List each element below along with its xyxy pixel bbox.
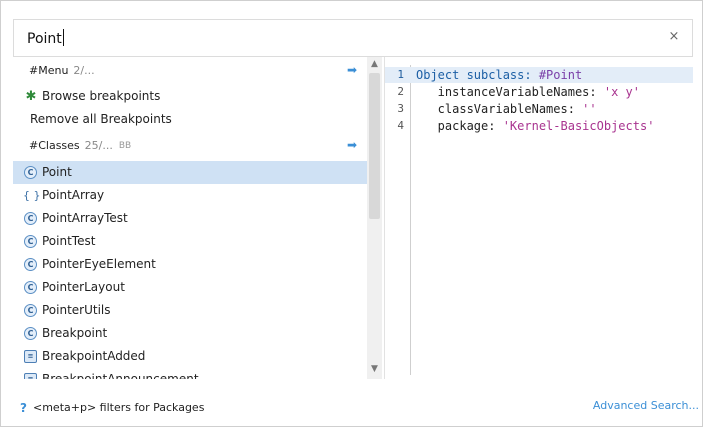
message-icon: ≡ bbox=[24, 373, 37, 379]
code-text: Object subclass: #Point bbox=[416, 67, 582, 83]
advanced-search-link[interactable]: Advanced Search... bbox=[593, 399, 699, 412]
result-item-label: BreakpointAdded bbox=[42, 349, 146, 363]
braces-icon: { } bbox=[23, 189, 41, 202]
code-text: instanceVariableNames: 'x y' bbox=[416, 84, 640, 100]
code-symbol: #Point bbox=[538, 68, 583, 82]
result-item-label: Breakpoint bbox=[42, 326, 108, 340]
message-icon: ≡ bbox=[24, 350, 37, 363]
category-count: 25/... bbox=[84, 139, 113, 152]
result-item-label: PointerLayout bbox=[42, 280, 125, 294]
code-token: package: bbox=[416, 119, 503, 133]
result-item[interactable]: ≡ BreakpointAnnouncement bbox=[13, 368, 367, 379]
result-item[interactable]: C Point bbox=[13, 161, 367, 184]
class-icon: C bbox=[24, 304, 37, 317]
result-item-label: PointerEyeElement bbox=[42, 257, 156, 271]
result-item-label: PointArrayTest bbox=[42, 211, 128, 225]
menu-item-remove-all-breakpoints[interactable]: Remove all Breakpoints bbox=[13, 108, 367, 131]
class-icon: C bbox=[24, 327, 37, 340]
code-string: 'x y' bbox=[603, 85, 640, 99]
search-field[interactable]: Point × bbox=[13, 19, 693, 57]
help-hint: <meta+p> filters for Packages bbox=[33, 401, 205, 414]
code-text: classVariableNames: '' bbox=[416, 101, 597, 117]
class-icon: C bbox=[24, 166, 37, 179]
result-item-label: PointerUtils bbox=[42, 303, 111, 317]
code-token: Object subclass: bbox=[416, 68, 539, 82]
result-item[interactable]: C PointerLayout bbox=[13, 276, 367, 299]
result-item[interactable]: C PointerEyeElement bbox=[13, 253, 367, 276]
category-header-menu: #Menu 2/... ➡ bbox=[13, 59, 367, 82]
filter-badge: BB bbox=[118, 141, 132, 151]
search-input[interactable]: Point bbox=[27, 29, 64, 47]
class-icon: C bbox=[24, 235, 37, 248]
code-token: classVariableNames: bbox=[416, 102, 583, 116]
menu-item-browse-breakpoints[interactable]: ✱ Browse breakpoints bbox=[13, 85, 367, 108]
bug-icon: ✱ bbox=[25, 89, 37, 104]
code-line: 4 package: 'Kernel-BasicObjects' bbox=[385, 118, 693, 134]
class-icon: C bbox=[24, 212, 37, 225]
close-icon[interactable]: × bbox=[666, 29, 682, 44]
help-icon: ? bbox=[20, 401, 27, 415]
category-header-classes: #Classes 25/... BB ➡ bbox=[13, 134, 367, 157]
results-scrollbar[interactable]: ▲ ▼ bbox=[367, 57, 382, 379]
class-icon: C bbox=[24, 281, 37, 294]
code-line: 3 classVariableNames: '' bbox=[385, 101, 693, 117]
result-item-label: PointTest bbox=[42, 234, 96, 248]
expand-category-icon[interactable]: ➡ bbox=[347, 59, 357, 82]
spotter-window: Point × #Menu 2/... ➡ ✱ Browse breakpoint… bbox=[0, 0, 703, 427]
text-caret bbox=[62, 29, 64, 46]
scroll-thumb[interactable] bbox=[369, 73, 380, 219]
result-item-label: BreakpointAnnouncement bbox=[42, 372, 199, 379]
expand-category-icon[interactable]: ➡ bbox=[347, 134, 357, 157]
result-item[interactable]: ≡ BreakpointAdded bbox=[13, 345, 367, 368]
code-string: 'Kernel-BasicObjects' bbox=[502, 119, 655, 133]
result-item[interactable]: C PointTest bbox=[13, 230, 367, 253]
scroll-up-icon[interactable]: ▲ bbox=[369, 59, 380, 70]
code-line: 1 Object subclass: #Point bbox=[385, 67, 693, 83]
code-token: instanceVariableNames: bbox=[416, 85, 604, 99]
code-text: package: 'Kernel-BasicObjects' bbox=[416, 118, 655, 134]
line-number: 4 bbox=[397, 119, 404, 132]
result-item-label: PointArray bbox=[42, 188, 105, 202]
footer: ? <meta+p> filters for Packages Advanced… bbox=[1, 389, 703, 428]
class-icon: C bbox=[24, 258, 37, 271]
category-count: 2/... bbox=[73, 64, 95, 77]
result-item-label: Point bbox=[42, 165, 72, 179]
scroll-down-icon[interactable]: ▼ bbox=[369, 364, 380, 375]
line-number: 2 bbox=[397, 85, 404, 98]
line-number: 3 bbox=[397, 102, 404, 115]
result-item[interactable]: C PointArrayTest bbox=[13, 207, 367, 230]
result-item[interactable]: C Breakpoint bbox=[13, 322, 367, 345]
line-number: 1 bbox=[397, 68, 404, 81]
code-string: '' bbox=[582, 102, 597, 116]
code-preview: 1 Object subclass: #Point 2 instanceVariab… bbox=[384, 57, 694, 379]
code-line: 2 instanceVariableNames: 'x y' bbox=[385, 84, 693, 100]
results-list: #Menu 2/... ➡ ✱ Browse breakpoints Remove… bbox=[13, 57, 382, 379]
result-item[interactable]: C PointerUtils bbox=[13, 299, 367, 322]
result-item[interactable]: { } PointArray bbox=[13, 184, 367, 207]
